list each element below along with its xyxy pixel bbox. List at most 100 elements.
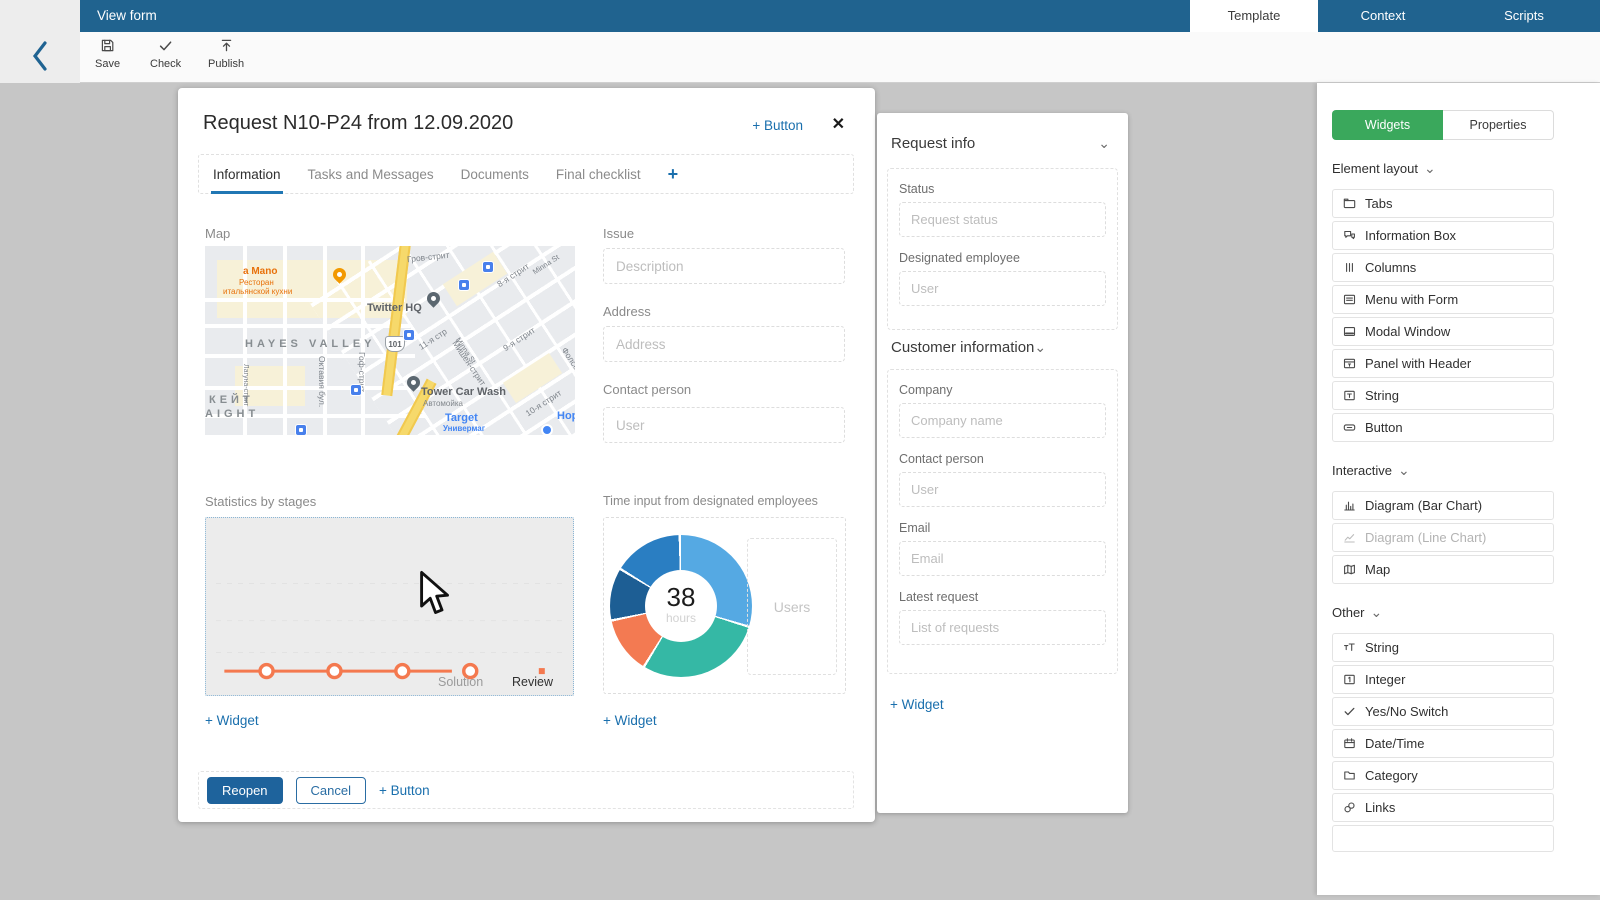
widget-item-empty	[1332, 825, 1554, 852]
cancel-button[interactable]: Cancel	[296, 777, 366, 804]
widget-item-modal-window[interactable]: Modal Window	[1332, 317, 1554, 346]
street-octavia: Октавия бул.	[317, 356, 327, 407]
designated-employee-input[interactable]	[899, 271, 1106, 306]
tab-widgets[interactable]: Widgets	[1332, 110, 1443, 140]
contact-person2-label: Contact person	[899, 452, 1106, 466]
tab-context[interactable]: Context	[1318, 0, 1448, 32]
donut-legend-label: Users	[774, 599, 811, 615]
widget-item-datetime[interactable]: Date/Time	[1332, 729, 1554, 758]
section-interactive[interactable]: Interactive ⌄	[1332, 462, 1600, 479]
form-tab-information[interactable]: Information	[213, 155, 281, 193]
add-footer-button-link[interactable]: + Button	[379, 783, 430, 798]
check-icon	[150, 38, 181, 56]
chevron-down-icon: ⌄	[1371, 604, 1383, 621]
route-101-shield: 101	[385, 336, 405, 352]
panel-add-widget-link[interactable]: + Widget	[890, 697, 944, 712]
status-input[interactable]	[899, 202, 1106, 237]
form-title: Request N10-P24 from 12.09.2020	[203, 112, 513, 135]
close-icon[interactable]: ✕	[832, 114, 845, 134]
form-modal-canvas: Request N10-P24 from 12.09.2020 + Button…	[178, 88, 875, 822]
widget-item-yesno-switch[interactable]: Yes/No Switch	[1332, 697, 1554, 726]
email-input[interactable]	[899, 541, 1106, 576]
map-label-nor: Нор	[557, 410, 575, 422]
map-label-hayes-valley: HAYES VALLEY	[245, 338, 376, 350]
tab-template[interactable]: Template	[1190, 0, 1318, 32]
widget-item-menu-with-form[interactable]: Menu with Form	[1332, 285, 1554, 314]
widget-item-columns[interactable]: Columns	[1332, 253, 1554, 282]
widget-item-panel-with-header[interactable]: Panel with Header	[1332, 349, 1554, 378]
customer-info-chevron-icon[interactable]: ⌄	[1034, 339, 1046, 355]
widget-item-links[interactable]: Links	[1332, 793, 1554, 822]
integer-icon	[1343, 673, 1356, 686]
donut-legend-box: Users	[747, 538, 837, 675]
designated-employee-label: Designated employee	[899, 251, 1106, 265]
string-box-icon	[1343, 389, 1356, 402]
donut-chart: 38 hours	[610, 535, 752, 677]
save-icon	[95, 38, 120, 56]
add-widget-link-right[interactable]: + Widget	[603, 713, 657, 728]
add-header-button-link[interactable]: + Button	[752, 118, 803, 133]
issue-input[interactable]	[603, 248, 845, 284]
map-label-target-sub: Универмаг	[443, 424, 485, 433]
panel-with-header-icon	[1343, 357, 1356, 370]
back-button[interactable]	[0, 32, 80, 83]
reopen-button[interactable]: Reopen	[207, 777, 283, 804]
contact-person2-input[interactable]	[899, 472, 1106, 507]
section-other[interactable]: Other ⌄	[1332, 604, 1600, 621]
save-button[interactable]: Save	[95, 38, 120, 70]
widget-item-string-layout[interactable]: String	[1332, 381, 1554, 410]
contact-person-input[interactable]	[603, 407, 845, 443]
information-box-icon	[1343, 229, 1356, 242]
topbar-left-spacer	[0, 0, 80, 32]
stats-chart-widget[interactable]: Solution Review	[205, 517, 574, 696]
mouse-cursor	[418, 570, 454, 618]
company-input[interactable]	[899, 403, 1106, 438]
publish-label: Publish	[208, 58, 244, 70]
add-tab-plus-icon[interactable]: +	[668, 155, 679, 193]
map-road	[205, 354, 415, 358]
widget-item-diagram-line[interactable]: Diagram (Line Chart)	[1332, 523, 1554, 552]
tab-scripts[interactable]: Scripts	[1448, 0, 1600, 32]
latest-request-input[interactable]	[899, 610, 1106, 645]
editor-mode-tabs: Template Context Scripts	[1190, 0, 1600, 32]
widget-item-tabs[interactable]: Tabs	[1332, 189, 1554, 218]
map-label-target: Target	[445, 412, 478, 424]
menu-with-form-icon	[1343, 293, 1356, 306]
widget-item-category[interactable]: Category	[1332, 761, 1554, 790]
tab-properties[interactable]: Properties	[1443, 110, 1554, 140]
address-input[interactable]	[603, 326, 845, 362]
stats-widget-label: Statistics by stages	[205, 494, 316, 509]
section-element-layout[interactable]: Element layout ⌄	[1332, 160, 1600, 177]
donut-center-unit: hours	[645, 611, 717, 625]
request-info-group: Status Designated employee	[887, 168, 1118, 330]
request-info-title: Request info	[891, 135, 975, 152]
map-label-amano: a Mano	[243, 266, 277, 277]
widget-item-button[interactable]: Button	[1332, 413, 1554, 442]
text-icon	[1343, 641, 1356, 654]
widget-item-information-box[interactable]: Information Box	[1332, 221, 1554, 250]
publish-button[interactable]: Publish	[208, 38, 244, 70]
transit-badge-icon	[482, 261, 494, 273]
transit-badge-icon	[350, 384, 362, 396]
map-label-amano-sub2: итальянской кухни	[223, 287, 292, 296]
check-button[interactable]: Check	[150, 38, 181, 70]
widget-item-diagram-bar[interactable]: Diagram (Bar Chart)	[1332, 491, 1554, 520]
form-tab-final-checklist[interactable]: Final checklist	[556, 155, 641, 193]
customer-info-group: Company Contact person Email Latest requ…	[887, 369, 1118, 674]
form-tab-tasks[interactable]: Tasks and Messages	[308, 155, 434, 193]
widget-item-string-other[interactable]: String	[1332, 633, 1554, 662]
widget-item-map[interactable]: Map	[1332, 555, 1554, 584]
widget-item-integer[interactable]: Integer	[1332, 665, 1554, 694]
request-info-chevron-icon[interactable]: ⌄	[1098, 135, 1110, 152]
map-widget[interactable]: a Mano Ресторан итальянской кухни Twitte…	[205, 246, 575, 435]
request-info-panel: Request info ⌄ Status Designated employe…	[877, 113, 1128, 813]
time-donut-widget[interactable]: 38 hours Users	[603, 517, 846, 694]
check-label: Check	[150, 58, 181, 70]
category-icon	[1343, 769, 1356, 782]
chevron-down-icon: ⌄	[1424, 160, 1436, 177]
stage-label-solution: Solution	[438, 675, 483, 689]
add-widget-link-left[interactable]: + Widget	[205, 713, 259, 728]
button-icon	[1343, 421, 1356, 434]
map-label-amano-sub1: Ресторан	[239, 278, 274, 287]
form-tab-documents[interactable]: Documents	[461, 155, 529, 193]
